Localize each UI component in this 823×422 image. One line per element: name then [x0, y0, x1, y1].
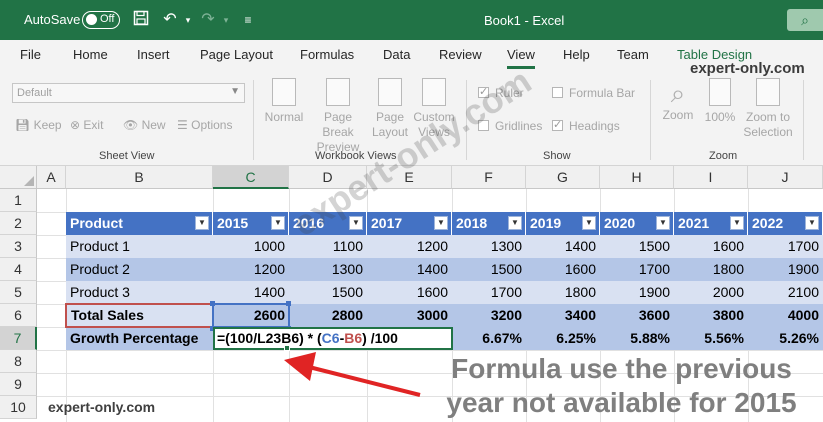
- callout-line2: year not available for 2015: [446, 387, 797, 418]
- brand-watermark-bottom: expert-only.com: [48, 399, 156, 415]
- callout-line1: Formula use the previous: [451, 353, 792, 384]
- arrow-head: [284, 352, 316, 381]
- arrow-line: [304, 364, 421, 397]
- callout-text: Formula use the previous year not availa…: [420, 352, 823, 420]
